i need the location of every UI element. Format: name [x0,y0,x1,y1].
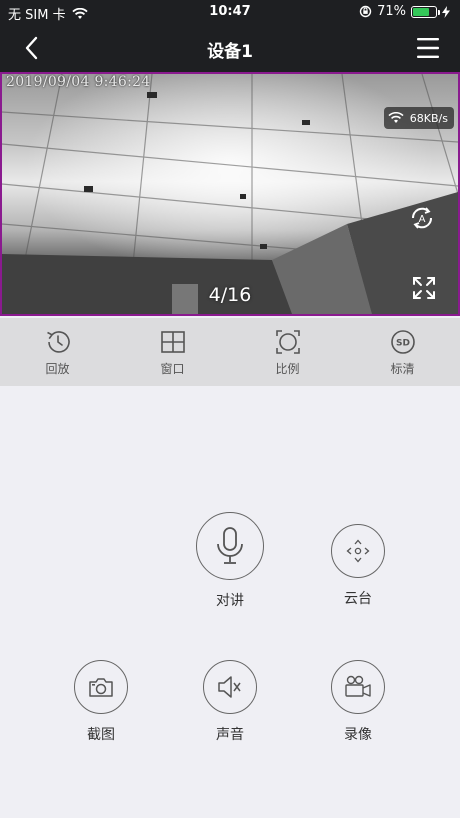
toolbar-quality[interactable]: SD 标清 [345,318,460,386]
toolbar-label: 比例 [275,362,300,376]
ptz-label: 云台 [344,591,372,607]
top-bar: 无 SIM 卡 10:47 71% 设备1 [0,0,460,72]
toolbar-playback[interactable]: 回放 [0,318,115,386]
orientation-lock-icon [359,5,372,18]
toolbar-aspect-ratio[interactable]: 比例 [230,318,345,386]
svg-text:A: A [419,214,426,225]
screenshot-circle[interactable] [74,660,128,714]
record-label: 录像 [344,727,372,743]
page-title: 设备1 [207,42,253,62]
speaker-muted-icon [218,676,241,698]
record-circle[interactable] [331,660,385,714]
status-bar: 无 SIM 卡 10:47 71% [0,0,460,24]
network-speed-value: 68KB/s [409,111,448,125]
toolbar-label: 标清 [390,362,415,376]
auto-rotate-icon[interactable]: A [408,204,436,232]
camera-icon [89,678,113,697]
hamburger-menu-icon[interactable] [416,36,440,60]
video-camera-icon [345,675,371,697]
toolbar-label: 回放 [45,362,70,376]
sound-label: 声音 [216,727,244,743]
svg-text:SD: SD [396,339,410,349]
talk-button[interactable]: 对讲 [196,512,264,610]
microphone-icon [217,527,243,564]
screenshot-label: 截图 [87,727,115,743]
channel-page-counter: 4/16 [208,284,252,306]
video-feed[interactable]: 2019/09/04 9:46:24 68KB/s A 4/16 [0,72,460,316]
status-right: 71% [359,4,450,19]
ptz-circle[interactable] [331,524,385,578]
sound-button[interactable]: 声音 [203,660,257,744]
record-button[interactable]: 录像 [331,660,385,744]
ptz-button[interactable]: 云台 [331,524,385,608]
battery-percent: 71% [377,4,406,19]
ptz-directions-icon [346,539,370,563]
navigation-bar: 设备1 [0,24,460,72]
window-grid-icon [160,331,185,353]
aspect-ratio-icon [275,330,300,354]
video-toolbar: 回放 窗口 比例 SD 标清 [0,318,460,386]
talk-circle[interactable] [196,512,264,580]
fullscreen-icon[interactable] [412,276,436,300]
toolbar-label: 窗口 [160,362,185,376]
battery-icon [411,5,440,18]
screenshot-button[interactable]: 截图 [74,660,128,744]
talk-label: 对讲 [216,593,244,609]
toolbar-window[interactable]: 窗口 [115,318,230,386]
wifi-icon [388,112,404,123]
network-speed-badge: 68KB/s [383,107,454,129]
playback-history-icon [46,331,70,353]
video-timestamp: 2019/09/04 9:46:24 [6,74,151,90]
sd-quality-icon: SD [390,330,415,354]
sound-circle[interactable] [203,660,257,714]
charging-bolt-icon [442,5,450,18]
